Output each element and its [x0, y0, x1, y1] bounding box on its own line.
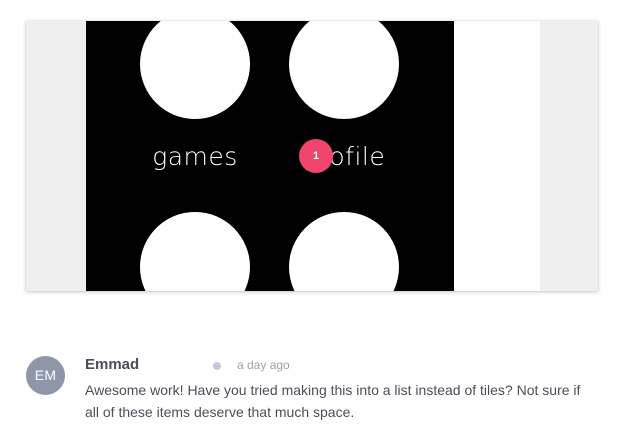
- side-panel: [454, 21, 540, 291]
- status-dot-icon: [213, 362, 221, 370]
- tile-icon-placeholder[interactable]: [140, 212, 250, 291]
- app-screen-preview: games profile 1: [86, 21, 454, 291]
- tile-icon-placeholder[interactable]: [140, 21, 250, 119]
- tile-icon-placeholder[interactable]: [289, 21, 399, 119]
- tile-label-games: games: [152, 142, 238, 171]
- avatar[interactable]: EM: [26, 356, 65, 395]
- comment: EM Emmad a day ago Awesome work! Have yo…: [26, 356, 606, 426]
- comment-author[interactable]: Emmad: [85, 356, 139, 374]
- comment-timestamp: a day ago: [237, 358, 290, 372]
- design-screenshot[interactable]: games profile 1: [26, 21, 598, 291]
- tile-icon-placeholder[interactable]: [289, 212, 399, 291]
- comment-hotspot-marker[interactable]: 1: [299, 139, 333, 173]
- comment-body: Awesome work! Have you tried making this…: [85, 382, 581, 420]
